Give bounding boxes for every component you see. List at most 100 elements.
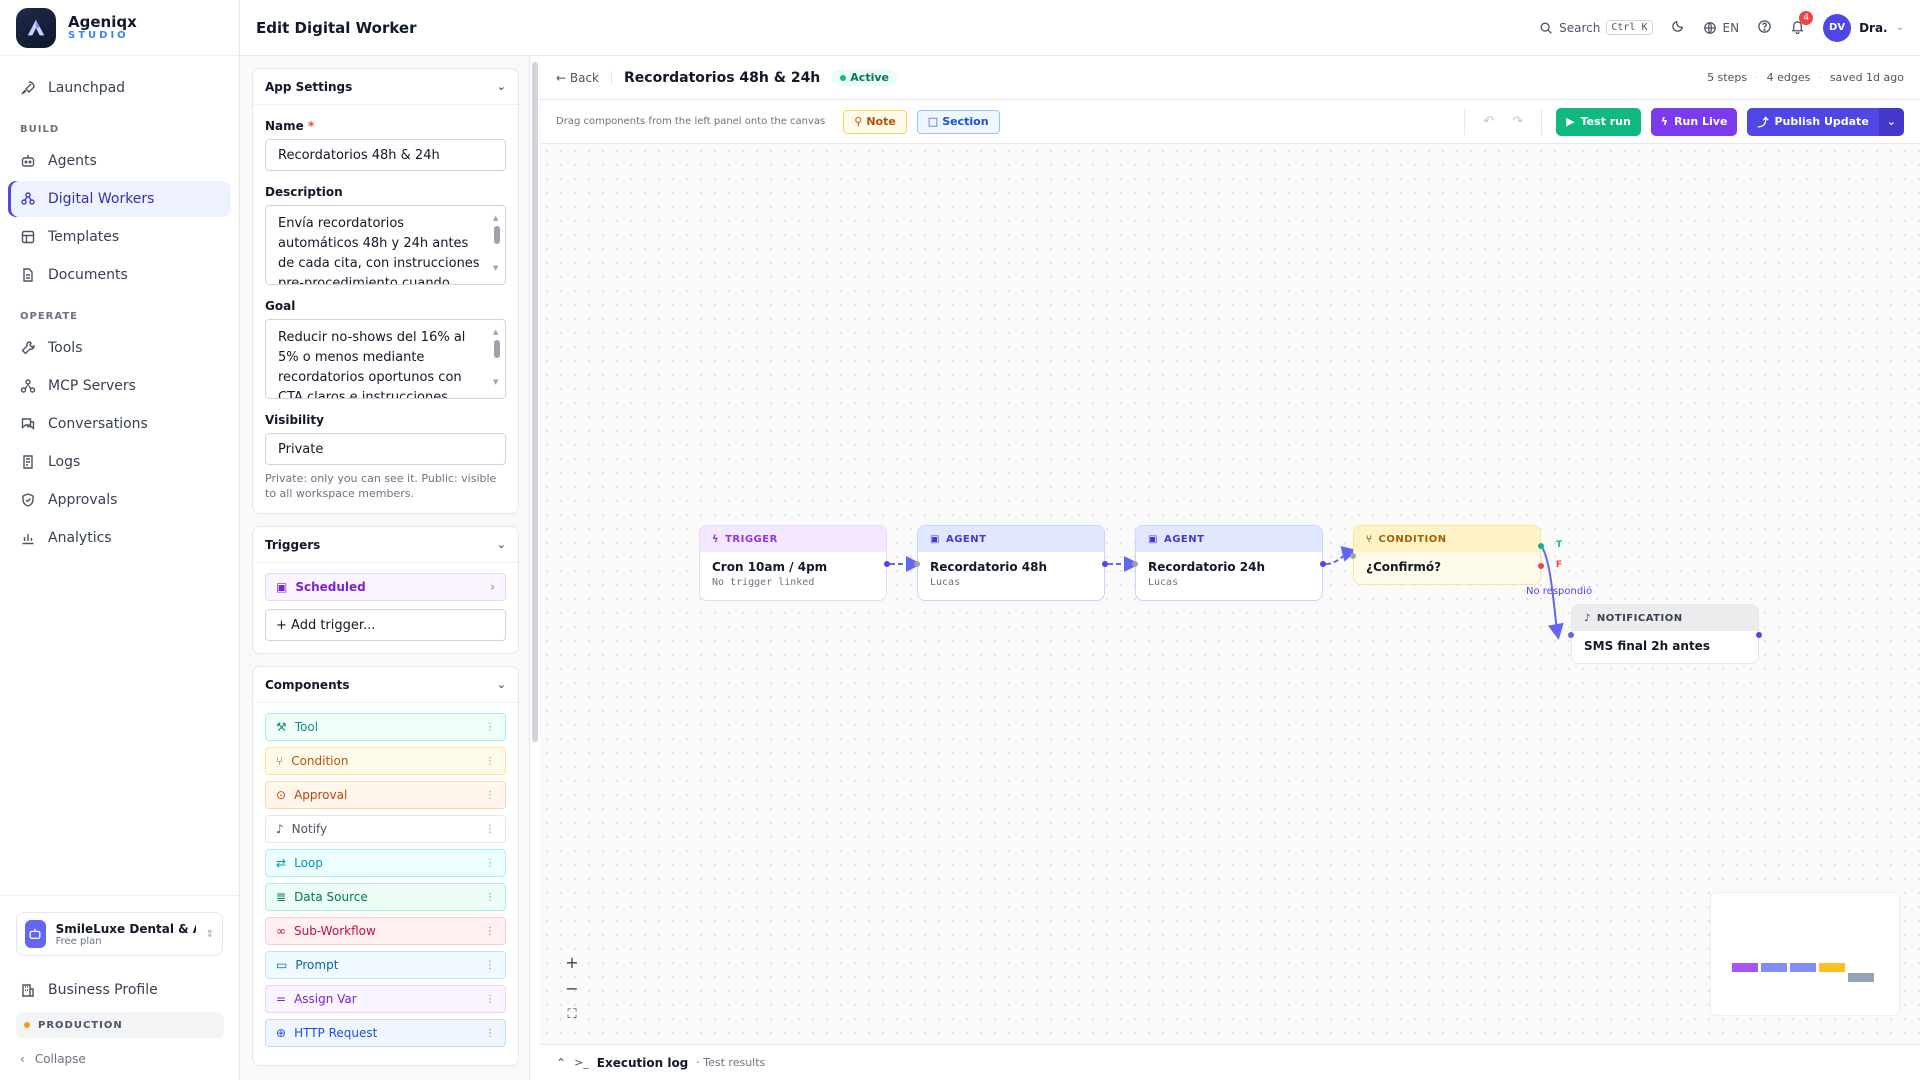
nav-section-build: BUILD [20,124,60,135]
nav-business-profile[interactable]: Business Profile [8,972,232,1008]
components-header[interactable]: Components ⌄ [253,667,518,703]
user-menu[interactable]: DV Dra. ⌄ [1823,13,1904,42]
node-trigger-out-port[interactable] [884,561,890,567]
branch-icon: ⑂ [276,754,284,768]
minimap[interactable] [1710,892,1900,1016]
component-notify[interactable]: ♪ Notify ⋮ [265,815,506,843]
add-trigger-button[interactable]: + Add trigger... [265,609,506,641]
component-prompt[interactable]: ▭ Prompt ⋮ [265,951,506,979]
collapse-sidebar-button[interactable]: ‹ Collapse [8,1042,232,1076]
app-settings-title: App Settings [265,79,353,94]
drag-handle-icon[interactable]: ⋮ [485,926,495,937]
nav-digital-workers[interactable]: Digital Workers [8,181,231,217]
zoom-in-button[interactable]: + [560,952,584,972]
note-chip-label: Note [866,115,896,128]
node-agent-48h-out-port[interactable] [1102,561,1108,567]
zoom-out-button[interactable]: − [560,978,584,998]
nav-mcp-servers[interactable]: MCP Servers [8,368,231,404]
workflow-canvas[interactable]: No respondió ϟ TRIGGER Cron 10am / 4pm N… [540,144,1920,1044]
redo-icon[interactable]: ↷ [1508,114,1527,129]
node-agent-24h-in-port[interactable] [1132,561,1138,567]
nav-documents[interactable]: Documents [8,257,231,293]
node-condition-true-port[interactable] [1538,543,1544,549]
nav-approvals[interactable]: Approvals [8,482,231,518]
fit-view-button[interactable]: ⛶ [560,1004,584,1024]
visibility-label: Visibility [265,413,324,427]
component-loop[interactable]: ⇄ Loop ⋮ [265,849,506,877]
node-condition-in-port[interactable] [1350,553,1356,559]
description-textarea[interactable]: Envía recordatorios automáticos 48h y 24… [265,205,506,285]
node-agent-48h-in-port[interactable] [914,561,920,567]
scroll-icon [23,455,33,469]
global-search[interactable]: Search Ctrl K [1539,20,1653,35]
rocket-icon [21,81,35,95]
publish-options-button[interactable]: ⌄ [1878,107,1904,136]
settings-panel-scrollbar[interactable] [530,56,540,1080]
node-notification-out-port[interactable] [1756,632,1762,638]
back-button[interactable]: ← Back [556,70,613,85]
component-data-source[interactable]: ≣ Data Source ⋮ [265,883,506,911]
bell-icon: ♪ [1584,612,1591,624]
drag-handle-icon[interactable]: ⋮ [485,824,495,835]
undo-icon[interactable]: ↶ [1479,114,1498,129]
node-agent-24h-out-port[interactable] [1320,561,1326,567]
component-condition[interactable]: ⑂ Condition ⋮ [265,747,506,775]
user-name: Dra. [1859,20,1888,35]
node-notification[interactable]: ♪ NOTIFICATION SMS final 2h antes [1568,604,1762,664]
theme-toggle-moon-icon[interactable] [1671,19,1685,36]
component-tool[interactable]: ⚒ Tool ⋮ [265,713,506,741]
component-assign-var[interactable]: = Assign Var ⋮ [265,985,506,1013]
language-switcher[interactable]: EN [1703,21,1739,35]
drag-handle-icon[interactable]: ⋮ [485,790,495,801]
component-http-request[interactable]: ⊕ HTTP Request ⋮ [265,1019,506,1047]
node-notification-in-port[interactable] [1568,632,1574,638]
node-condition-false-port[interactable] [1538,563,1544,569]
nav-agents[interactable]: Agents [8,143,231,179]
execution-log-bar[interactable]: ⌃ >_ Execution log · Test results [540,1044,1920,1080]
help-circle-icon[interactable] [1757,19,1772,37]
execution-log-sub: · Test results [696,1056,766,1069]
app-settings-header[interactable]: App Settings ⌄ [253,69,518,105]
node-trigger[interactable]: ϟ TRIGGER Cron 10am / 4pm No trigger lin… [699,525,890,601]
drag-handle-icon[interactable]: ⋮ [485,994,495,1005]
scheduled-trigger[interactable]: ▣ Scheduled › [265,573,506,601]
drag-handle-icon[interactable]: ⋮ [485,722,495,733]
drag-handle-icon[interactable]: ⋮ [485,1028,495,1039]
chevron-down-icon: ⌄ [496,80,506,93]
nav-tools-label: Tools [48,340,83,356]
triggers-header[interactable]: Triggers ⌄ [253,527,518,563]
test-run-button[interactable]: ▶ Test run [1556,107,1641,136]
nav-templates[interactable]: Templates [8,219,231,255]
nav-analytics[interactable]: Analytics [8,520,231,556]
visibility-select[interactable]: Private [265,433,506,465]
minimap-node-trigger [1732,963,1758,972]
node-agent-24h[interactable]: ▣ AGENT Recordatorio 24h Lucas [1132,525,1326,601]
name-input[interactable]: Recordatorios 48h & 24h [265,139,506,171]
description-scrollbar[interactable]: ▲ ▼ [493,212,501,278]
nav-tools[interactable]: Tools [8,330,231,366]
brand[interactable]: Ageniqx STUDIO [0,0,239,56]
goal-textarea[interactable]: Reducir no-shows del 16% al 5% o menos m… [265,319,506,399]
node-condition[interactable]: ⑂ CONDITION ¿Confirmó? T F [1350,525,1562,585]
section-chip-label: Section [942,115,989,128]
publish-update-button[interactable]: ⤴ Publish Update [1747,107,1879,136]
drag-handle-icon[interactable]: ⋮ [485,858,495,869]
minimap-node-agent-24h [1790,963,1816,972]
run-live-button[interactable]: ϟ Run Live [1650,107,1738,136]
node-agent-48h[interactable]: ▣ AGENT Recordatorio 48h Lucas [914,525,1108,601]
search-label: Search [1559,20,1601,35]
section-chip[interactable]: □ Section [916,109,1000,134]
nav-launchpad[interactable]: Launchpad [8,70,231,106]
note-chip[interactable]: ⚲ Note [843,109,907,134]
drag-handle-icon[interactable]: ⋮ [485,756,495,767]
goal-scrollbar[interactable]: ▲ ▼ [493,326,501,392]
notifications-button[interactable]: 4 [1790,10,1814,37]
component-sub-workflow[interactable]: ∞ Sub-Workflow ⋮ [265,917,506,945]
drag-handle-icon[interactable]: ⋮ [485,892,495,903]
environment-badge[interactable]: PRODUCTION [16,1012,224,1038]
nav-logs[interactable]: Logs [8,444,231,480]
nav-conversations[interactable]: Conversations [8,406,231,442]
drag-handle-icon[interactable]: ⋮ [485,960,495,971]
org-switcher[interactable]: SmileLuxe Dental & Ae... Free plan ⇕ [16,912,223,956]
component-approval[interactable]: ⊙ Approval ⋮ [265,781,506,809]
